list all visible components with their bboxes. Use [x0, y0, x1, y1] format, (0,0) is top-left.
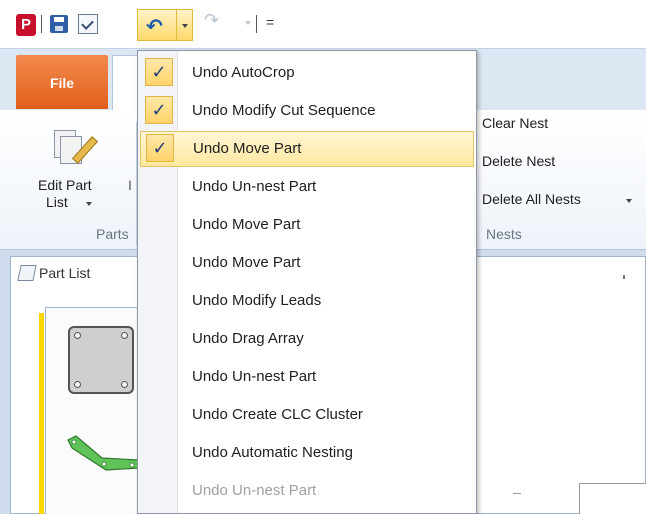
- menu-item-undo[interactable]: ✓Undo Automatic Nesting: [138, 435, 476, 471]
- nest-view[interactable]: [472, 256, 646, 514]
- redo-dropdown-icon[interactable]: [245, 21, 251, 25]
- save-icon[interactable]: [50, 15, 68, 33]
- toolbar-separator: [256, 15, 257, 33]
- edit-part-list-label[interactable]: Edit Part: [38, 177, 92, 193]
- edit-part-list-label-2[interactable]: List: [46, 194, 68, 210]
- menu-item-label: Undo Move Part: [193, 140, 302, 157]
- menu-item-undo[interactable]: ✓Undo Un-nest Part: [138, 169, 476, 205]
- menu-item-label: Undo Move Part: [192, 254, 301, 271]
- clear-nest-button[interactable]: Clear Nest: [482, 115, 548, 131]
- parts-group-label: Parts: [96, 226, 129, 242]
- menu-item-label: Undo Modify Leads: [192, 292, 322, 309]
- redo-arrow-icon[interactable]: ↷: [204, 10, 219, 31]
- delete-nest-button[interactable]: Delete Nest: [482, 153, 555, 169]
- ribbon-cutoff-label: I: [128, 177, 132, 193]
- edit-part-list-icon[interactable]: [48, 128, 99, 168]
- menu-item-label: Undo Modify Cut Sequence: [192, 102, 376, 119]
- menu-item-undo[interactable]: ✓Undo Move Part: [138, 207, 476, 243]
- selection-bar: [39, 313, 44, 514]
- part-list-title: Part List: [39, 265, 91, 281]
- menu-item-label: Undo Un-nest Part: [192, 482, 317, 499]
- undo-arrow-icon: ↶: [146, 16, 163, 38]
- part-list-icon: [17, 265, 37, 281]
- menu-item-undo[interactable]: ✓Undo Drag Array: [138, 321, 476, 357]
- hole-icon: [121, 332, 128, 339]
- menu-item-undo[interactable]: ✓Undo Create CLC Cluster: [138, 397, 476, 433]
- chevron-down-icon[interactable]: [626, 199, 632, 203]
- undo-history-menu: ✓ Undo AutoCrop ✓ Undo Modify Cut Sequence ✓…: [137, 50, 477, 514]
- menu-item-label: Undo AutoCrop: [192, 64, 295, 81]
- checkmark-icon: ✓: [145, 96, 173, 124]
- chevron-down-icon: [182, 24, 188, 28]
- quick-access-toolbar: P ↶ ↷ =: [0, 0, 646, 48]
- menu-item-label: Undo Automatic Nesting: [192, 444, 353, 461]
- app-logo-icon[interactable]: P: [16, 14, 36, 36]
- ruler-tick: [513, 493, 521, 494]
- toolbar-separator: [41, 15, 42, 33]
- menu-item-undo[interactable]: ✓Undo Un-nest Part: [138, 359, 476, 395]
- menu-item-label: Undo Move Part: [192, 216, 301, 233]
- delete-all-nests-button[interactable]: Delete All Nests: [482, 191, 581, 207]
- chevron-down-icon[interactable]: [86, 202, 92, 206]
- tab-file[interactable]: File: [16, 55, 108, 109]
- undo-button[interactable]: ↶: [137, 9, 177, 41]
- hole-icon: [74, 381, 81, 388]
- menu-item-label: Undo Un-nest Part: [192, 178, 317, 195]
- menu-item-undo[interactable]: ✓Undo Un-nest Part: [138, 473, 476, 509]
- validate-icon[interactable]: [78, 14, 98, 34]
- nests-group-label: Nests: [486, 226, 522, 242]
- menu-item-undo[interactable]: ✓ Undo Modify Cut Sequence: [138, 93, 476, 129]
- checkmark-icon: ✓: [145, 58, 173, 86]
- menu-item-undo[interactable]: ✓Undo Modify Leads: [138, 283, 476, 319]
- undo-dropdown-button[interactable]: [177, 9, 193, 41]
- ruler-tick: [623, 275, 625, 279]
- hole-icon: [74, 332, 81, 339]
- menu-item-label: Undo Un-nest Part: [192, 368, 317, 385]
- menu-item-label: Undo Create CLC Cluster: [192, 406, 363, 423]
- sheet-outline: [579, 483, 646, 514]
- menu-item-undo[interactable]: ✓Undo Move Part: [138, 245, 476, 281]
- part-thumbnail-plate[interactable]: [68, 326, 134, 394]
- part-thumbnail-bracket[interactable]: [66, 434, 146, 474]
- hole-icon: [121, 381, 128, 388]
- checkmark-icon: ✓: [146, 134, 174, 162]
- customize-toolbar-icon[interactable]: =: [266, 14, 274, 30]
- menu-item-undo[interactable]: ✓ Undo Move Part: [140, 131, 474, 167]
- menu-item-label: Undo Drag Array: [192, 330, 304, 347]
- menu-item-undo[interactable]: ✓ Undo AutoCrop: [138, 55, 476, 91]
